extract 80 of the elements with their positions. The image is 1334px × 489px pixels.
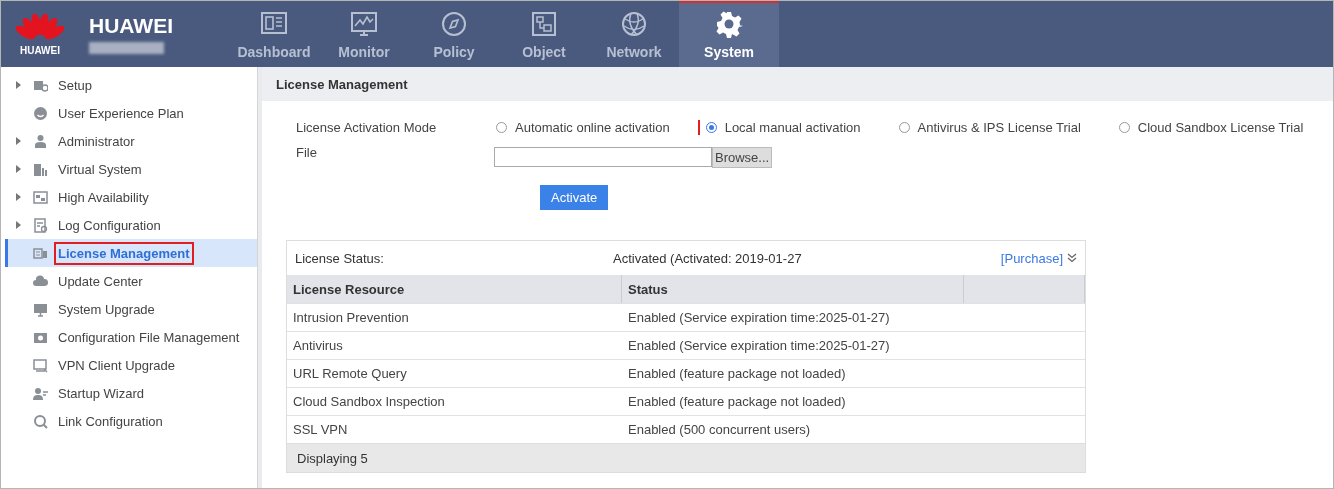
table-cell: Enabled (Service expiration time:2025-01-27) [622, 303, 964, 331]
table-cell: Cloud Sandbox Inspection [287, 387, 622, 415]
sidebar-label: System Upgrade [57, 300, 156, 319]
sidebar-label: VPN Client Upgrade [57, 356, 177, 375]
column-header: License Resource [287, 275, 622, 303]
expand-caret-icon[interactable] [13, 164, 23, 174]
table-cell: Intrusion Prevention [287, 303, 622, 331]
menu-icon [33, 245, 48, 261]
menu-icon [33, 301, 48, 317]
nav-tab[interactable]: Network [589, 1, 679, 67]
sidebar-item[interactable]: Configuration File Management [1, 323, 257, 351]
table-cell: Enabled (feature package not loaded) [622, 359, 964, 387]
status-label: License Status: [295, 250, 385, 266]
field-label: License Activation Mode [296, 119, 438, 135]
menu-icon [33, 413, 48, 429]
nav-tab[interactable]: System [679, 1, 779, 67]
sidebar-label: High Availability [57, 188, 150, 207]
field-label: File [296, 145, 318, 160]
expand-caret-icon[interactable] [13, 80, 23, 90]
radio-option[interactable]: Local manual activation [697, 119, 861, 135]
menu-icon [33, 161, 48, 177]
nav-icon [530, 10, 558, 38]
nav-tab[interactable]: Monitor [319, 1, 409, 67]
column-header: Status [622, 275, 964, 303]
menu-icon [33, 105, 48, 121]
double-chevron-icon[interactable] [1067, 253, 1077, 263]
expand-caret-icon[interactable] [13, 136, 23, 146]
menu-icon [33, 189, 48, 205]
sidebar-label: Administrator [57, 132, 136, 151]
status-value: Activated (Activated: 2019-01-27 [613, 250, 803, 266]
sidebar-item[interactable]: Setup [1, 71, 257, 99]
radio-option[interactable]: Cloud Sandbox License Trial [1116, 119, 1304, 135]
nav-icon [440, 10, 468, 38]
sidebar-label: User Experience Plan [57, 104, 185, 123]
radio-option[interactable]: Automatic online activation [494, 119, 670, 135]
sidebar-item[interactable]: High Availability [1, 183, 257, 211]
sidebar-label: Link Configuration [57, 412, 164, 431]
table-cell: Antivirus [287, 331, 622, 359]
table-cell: Enabled (Service expiration time:2025-01-27) [622, 331, 964, 359]
menu-icon [33, 273, 48, 289]
sidebar-item[interactable]: License Management [5, 239, 257, 267]
sidebar-label: Startup Wizard [57, 384, 145, 403]
nav-icon [715, 10, 743, 38]
sidebar-label: Setup [57, 76, 93, 95]
table-cell: URL Remote Query [287, 359, 622, 387]
sidebar-label: Update Center [57, 272, 144, 291]
sidebar-item[interactable]: Virtual System [1, 155, 257, 183]
radio-option[interactable]: Antivirus & IPS License Trial [896, 119, 1081, 135]
sidebar-item[interactable]: Log Configuration [1, 211, 257, 239]
sidebar-label: Log Configuration [57, 216, 162, 235]
sidebar-item[interactable]: Startup Wizard [1, 379, 257, 407]
nav-icon [350, 10, 378, 38]
sidebar-item[interactable]: VPN Client Upgrade [1, 351, 257, 379]
expand-caret-icon[interactable] [13, 220, 23, 230]
menu-icon [33, 385, 48, 401]
menu-icon [33, 133, 48, 149]
sidebar-label: Virtual System [57, 160, 143, 179]
sidebar-label: License Management [54, 241, 194, 265]
logo-text: HUAWEI [20, 44, 60, 56]
sidebar-item[interactable]: Administrator [1, 127, 257, 155]
nav-tab[interactable]: Dashboard [229, 1, 319, 67]
nav-tab[interactable]: Policy [409, 1, 499, 67]
table-cell: Enabled (feature package not loaded) [622, 387, 964, 415]
browse-button[interactable]: Browse... [712, 146, 773, 168]
expand-caret-icon[interactable] [13, 192, 23, 202]
menu-icon [33, 357, 48, 373]
file-field[interactable] [494, 147, 712, 167]
sidebar-item[interactable]: User Experience Plan [1, 99, 257, 127]
activate-button[interactable]: Activate [540, 185, 609, 210]
sidebar-label: Configuration File Management [57, 328, 241, 347]
sidebar-item[interactable]: Update Center [1, 267, 257, 295]
table-footer: Displaying 5 [287, 443, 1085, 472]
purchase-link[interactable]: [Purchase] [1000, 250, 1063, 266]
sidebar-item[interactable]: System Upgrade [1, 295, 257, 323]
page-title: License Management [262, 67, 1333, 101]
nav-tab[interactable]: Object [499, 1, 589, 67]
menu-icon [33, 217, 48, 233]
sidebar-item[interactable]: Link Configuration [1, 407, 257, 435]
brand-name: HUAWEI [89, 14, 174, 38]
nav-icon [620, 10, 648, 38]
